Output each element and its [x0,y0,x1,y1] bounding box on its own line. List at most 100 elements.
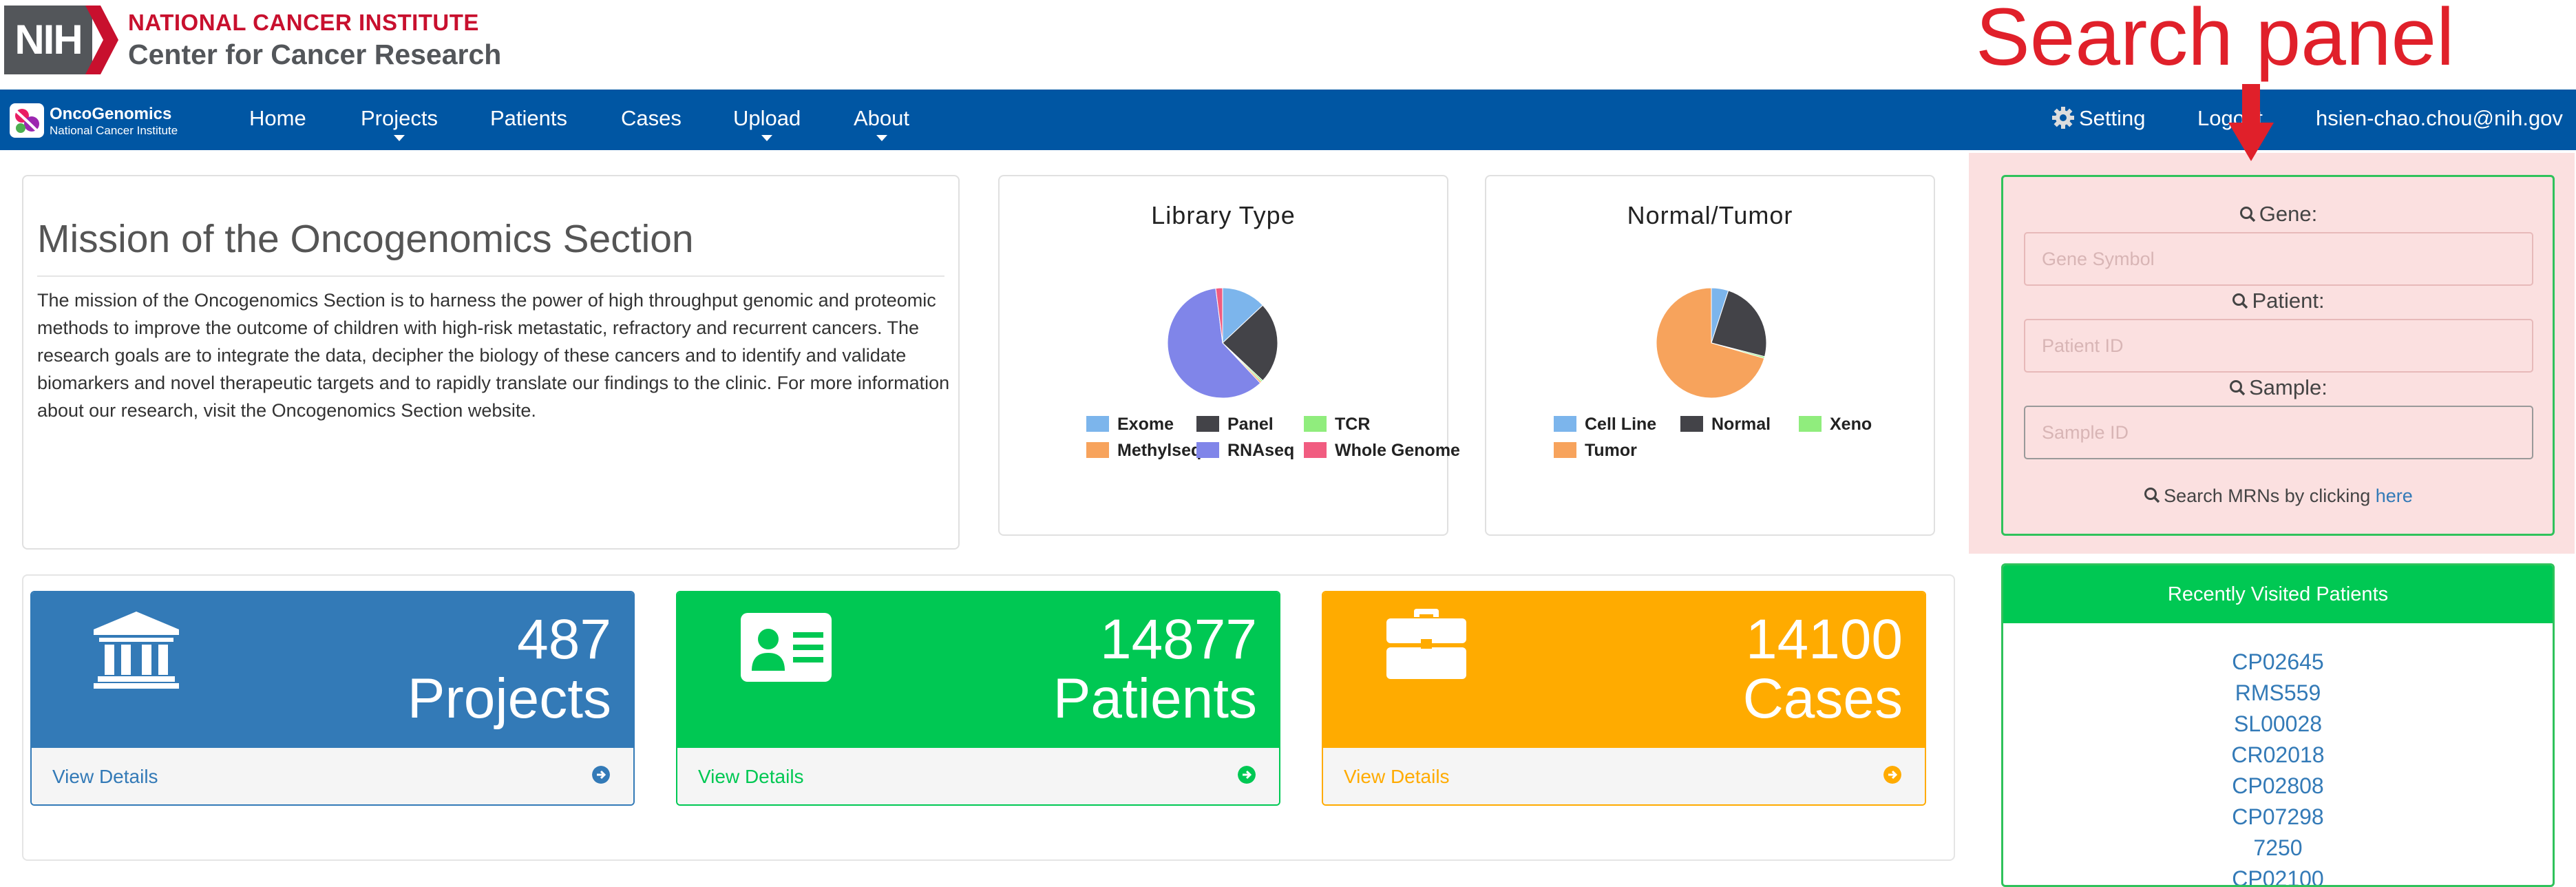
legend-label: Panel [1227,415,1274,434]
legend-item[interactable]: Panel [1196,415,1274,435]
legend-item[interactable]: Whole Genome [1304,441,1460,461]
view-details-link[interactable]: View Details [1344,766,1450,788]
legend-swatch [1799,416,1822,432]
normal-tumor-pie[interactable] [1643,274,1780,412]
gene-symbol-input[interactable] [2024,232,2533,286]
nav-home-label: Home [249,106,306,130]
legend-swatch [1554,416,1576,432]
nav-projects[interactable]: Projects [361,106,438,141]
main-navbar: OncoGenomics National Cancer Institute H… [0,90,2576,150]
search-icon [2232,293,2248,309]
nav-about[interactable]: About [854,106,909,141]
chevron-down-icon [393,135,405,141]
mrn-search-link[interactable]: here [2376,486,2413,506]
legend-item[interactable]: Cell Line [1554,415,1656,435]
projects-count: 487 [517,608,611,671]
patient-id-input[interactable] [2024,319,2533,373]
patients-stat-header: 14877 Patients [677,592,1279,748]
gene-label-text: Gene: [2259,202,2318,226]
patients-label: Patients [1053,667,1257,730]
nav-upload[interactable]: Upload [733,106,801,141]
view-details-link[interactable]: View Details [52,766,158,788]
legend-item[interactable]: Xeno [1799,415,1872,435]
nav-projects-label: Projects [361,106,438,130]
legend-label: Cell Line [1585,415,1657,434]
nav-home[interactable]: Home [249,106,306,131]
circle-arrow-right-icon[interactable] [1883,766,1901,784]
nih-logo[interactable]: NIH [4,6,118,74]
sample-label-text: Sample: [2249,375,2327,399]
nav-cases-label: Cases [621,106,682,130]
patients-view-details[interactable]: View Details [677,748,1279,804]
user-email[interactable]: hsien-chao.chou@nih.gov [2316,106,2563,131]
nih-logo-text: NIH [4,6,92,74]
legend-label: Tumor [1585,441,1637,460]
legend-item[interactable]: Methylseq [1086,441,1201,461]
legend-label: Normal [1711,415,1771,434]
cases-label: Cases [1742,667,1903,730]
mission-title: Mission of the Oncogenomics Section [37,217,694,261]
legend-swatch [1086,416,1109,432]
patients-count: 14877 [1099,608,1257,671]
cases-count: 14100 [1745,608,1903,671]
recent-patient-link[interactable]: CP02645 [2003,647,2553,678]
view-details-link[interactable]: View Details [698,766,804,788]
sample-label: Sample: [2003,375,2553,400]
recent-patient-link[interactable]: 7250 [2003,833,2553,864]
legend-label: TCR [1335,415,1371,434]
legend-item[interactable]: Tumor [1554,441,1637,461]
red-arrow-icon [2228,84,2274,161]
search-icon [2239,207,2256,222]
cases-stat-header: 14100 Cases [1323,592,1925,748]
recent-patient-link[interactable]: CP02808 [2003,771,2553,802]
sample-id-input[interactable] [2024,406,2533,459]
chevron-down-icon [761,135,773,141]
nav-cases[interactable]: Cases [621,106,682,131]
circle-arrow-right-icon[interactable] [1238,766,1256,784]
projects-view-details[interactable]: View Details [32,748,633,804]
legend-item[interactable]: RNAseq [1196,441,1294,461]
legend-label: Whole Genome [1335,441,1460,460]
recent-patients-list: CP02645 RMS559 SL00028 CR02018 CP02808 C… [2003,647,2553,885]
recent-patient-link[interactable]: SL00028 [2003,709,2553,740]
recently-visited-title: Recently Visited Patients [2003,565,2553,623]
oncogenomics-logo-icon [10,103,44,138]
patients-stat-card: 14877 Patients View Details [676,591,1280,806]
search-panel-annotation: Search panel [1976,0,2455,83]
library-type-chart-panel: Library Type Exome Panel TCR Methylseq RNAse… [998,175,1460,536]
setting-label: Setting [2079,106,2146,130]
legend-swatch [1196,442,1219,458]
institute-name: NATIONAL CANCER INSTITUTE [128,10,479,35]
recent-patient-link[interactable]: CP07298 [2003,802,2553,833]
oncogenomics-brand[interactable]: OncoGenomics National Cancer Institute [8,99,194,140]
legend-swatch [1554,442,1576,458]
legend-item[interactable]: TCR [1304,415,1370,435]
legend-item[interactable]: Normal [1680,415,1771,435]
cases-stat-card: 14100 Cases View Details [1322,591,1926,806]
legend-item[interactable]: Exome [1086,415,1174,435]
legend-label: Methylseq [1117,441,1202,460]
chevron-down-icon [876,135,887,141]
nih-logo-chevron-icon [85,6,118,74]
search-icon [2230,380,2246,396]
legend-swatch [1304,416,1327,432]
recent-patient-link[interactable]: CR02018 [2003,740,2553,771]
legend-swatch [1086,442,1109,458]
legend-swatch [1304,442,1327,458]
recent-patient-link[interactable]: RMS559 [2003,678,2553,709]
search-panel: Gene: Patient: Sample: Search MRNs by cl… [2001,175,2555,536]
recent-patient-link[interactable]: CP02100 [2003,864,2553,885]
center-name: Center for Cancer Research [128,39,502,70]
patient-label: Patient: [2003,289,2553,313]
nav-patients[interactable]: Patients [490,106,567,131]
mrn-search-hint: Search MRNs by clicking here [2003,486,2553,507]
library-type-pie[interactable] [1154,274,1291,412]
setting-link[interactable]: Setting [2051,106,2146,131]
legend-label: Exome [1117,415,1174,434]
circle-arrow-right-icon[interactable] [592,766,610,784]
mrn-hint-text: Search MRNs by clicking [2164,486,2376,506]
legend-swatch [1196,416,1219,432]
cases-view-details[interactable]: View Details [1323,748,1925,804]
nav-patients-label: Patients [490,106,568,130]
legend-label: Xeno [1830,415,1872,434]
